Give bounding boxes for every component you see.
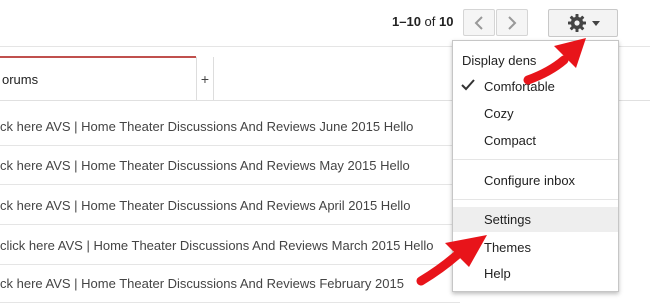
pagination-label: 1–10 of 10 — [392, 14, 453, 29]
checkmark-icon — [461, 79, 475, 91]
annotation-arrow-icon — [523, 38, 586, 85]
tab-forums[interactable]: orums — [0, 56, 196, 100]
email-snippet: ck here AVS | Home Theater Discussions A… — [0, 158, 410, 173]
email-row[interactable]: ck here AVS | Home Theater Discussions A… — [0, 187, 460, 225]
add-tab-button[interactable]: + — [196, 57, 214, 100]
tab-label: orums — [2, 71, 39, 87]
email-row[interactable]: ck here AVS | Home Theater Discussions A… — [0, 265, 460, 303]
pager-range: 1–10 — [392, 14, 421, 29]
email-row[interactable]: ck here AVS | Home Theater Discussions A… — [0, 108, 460, 146]
email-snippet: click here AVS | Home Theater Discussion… — [0, 238, 434, 253]
menu-separator — [453, 159, 618, 160]
pager-total: 10 — [439, 14, 454, 29]
email-row[interactable]: click here AVS | Home Theater Discussion… — [0, 227, 460, 265]
email-snippet: ck here AVS | Home Theater Discussions A… — [0, 119, 414, 134]
menu-separator — [453, 199, 618, 200]
menu-item-configure-inbox[interactable]: Configure inbox — [453, 168, 618, 192]
annotation-arrow-icon — [416, 235, 487, 286]
pager-of: of — [424, 14, 436, 29]
email-snippet: ck here AVS | Home Theater Discussions A… — [0, 198, 411, 213]
newer-button[interactable] — [463, 9, 495, 36]
menu-item-cozy[interactable]: Cozy — [453, 101, 618, 125]
chevron-left-icon — [474, 15, 483, 30]
plus-icon: + — [200, 70, 210, 87]
email-row[interactable]: ck here AVS | Home Theater Discussions A… — [0, 147, 460, 185]
email-snippet: ck here AVS | Home Theater Discussions A… — [0, 276, 404, 291]
menu-item-compact[interactable]: Compact — [453, 128, 618, 152]
